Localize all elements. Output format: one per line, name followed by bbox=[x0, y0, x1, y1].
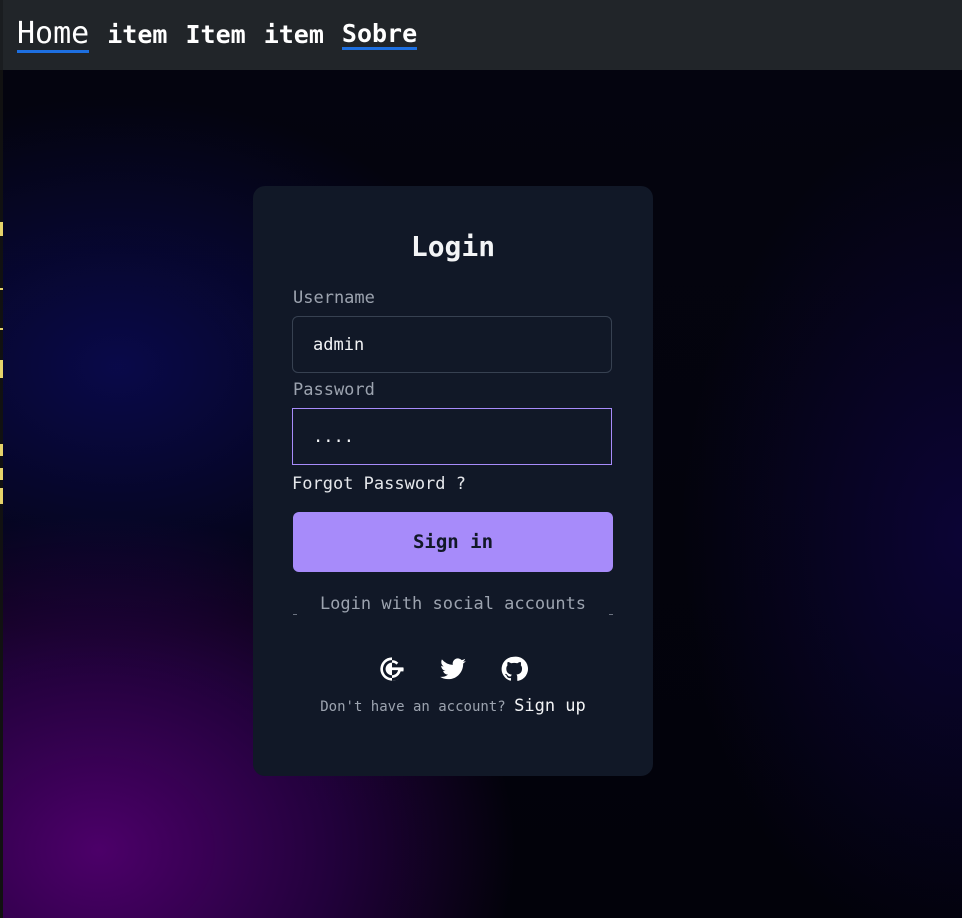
nav-sobre-link[interactable]: Sobre bbox=[341, 20, 418, 51]
login-title: Login bbox=[410, 230, 496, 263]
nav-home-link[interactable]: Home bbox=[17, 17, 90, 53]
username-label: Username bbox=[293, 288, 375, 308]
password-input[interactable] bbox=[292, 408, 612, 465]
sign-up-link[interactable]: Sign up bbox=[514, 696, 586, 716]
twitter-icon[interactable] bbox=[439, 655, 467, 683]
divider bbox=[293, 614, 613, 615]
login-card: Login Username Password Forgot Password … bbox=[253, 186, 653, 776]
nav-item-link-3[interactable]: item bbox=[264, 21, 324, 49]
username-input[interactable] bbox=[292, 316, 612, 373]
navbar: Home item Item item Sobre bbox=[0, 0, 962, 70]
no-account-text: Don't have an account? bbox=[320, 699, 506, 715]
github-icon[interactable] bbox=[500, 655, 528, 683]
password-label: Password bbox=[293, 380, 375, 400]
nav-item-link-1[interactable]: item bbox=[107, 21, 167, 49]
social-icons bbox=[378, 654, 528, 684]
forgot-password-link[interactable]: Forgot Password ? bbox=[292, 474, 466, 494]
google-icon[interactable] bbox=[378, 655, 406, 683]
signup-row: Don't have an account? Sign up bbox=[253, 696, 653, 716]
social-login-text: Login with social accounts bbox=[319, 594, 587, 614]
nav-item-link-2[interactable]: Item bbox=[185, 21, 245, 49]
sign-in-button[interactable]: Sign in bbox=[293, 512, 613, 572]
